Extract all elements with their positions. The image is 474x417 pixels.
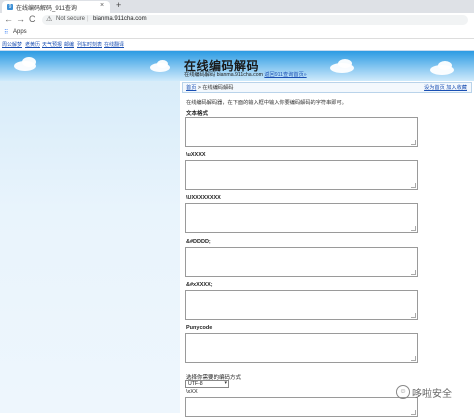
field-label-unicode-U: \UXXXXXXXX bbox=[186, 195, 221, 201]
apps-grid-icon[interactable]: ⠿ bbox=[4, 29, 8, 36]
bookmarks-bar: ⠿ Apps bbox=[0, 27, 474, 39]
nav-link[interactable]: 在线翻译 bbox=[104, 41, 124, 48]
unicode-U-input[interactable] bbox=[185, 203, 418, 233]
hex-bytes-input[interactable] bbox=[185, 397, 418, 417]
home-return-link[interactable]: 返回911查询首页» bbox=[264, 72, 306, 78]
left-gradient-pane bbox=[0, 81, 180, 413]
address-bar[interactable]: ⚠ Not secure | bianma.911cha.com bbox=[42, 15, 468, 25]
cloud-decoration bbox=[22, 57, 36, 67]
security-status[interactable]: Not secure bbox=[56, 16, 85, 22]
nav-link[interactable]: 周公解梦 bbox=[2, 41, 22, 48]
field-label-unicode-u: \uXXXX bbox=[186, 152, 206, 158]
hex-entity-input[interactable] bbox=[185, 290, 418, 320]
text-format-input[interactable] bbox=[185, 117, 418, 147]
new-tab-button[interactable]: + bbox=[116, 0, 121, 10]
breadcrumb-separator: > bbox=[197, 85, 201, 91]
nav-link[interactable]: 列车时刻表 bbox=[77, 41, 102, 48]
reload-icon[interactable]: C bbox=[29, 14, 36, 24]
cloud-decoration bbox=[338, 59, 352, 68]
tab-title: 在线编码解码_911查询 bbox=[16, 6, 77, 12]
page-subtitle: 在线编码解码 bianma.911cha.com 返回911查询首页» bbox=[184, 71, 307, 78]
chevron-down-icon: ▾ bbox=[224, 380, 227, 386]
watermark: ☺ 哆啦安全 bbox=[396, 384, 470, 400]
url-text[interactable]: bianma.911cha.com bbox=[93, 16, 147, 22]
field-label-punycode: Punycode bbox=[186, 325, 213, 331]
field-label-hex-bytes: \xXX bbox=[186, 389, 198, 395]
cloud-decoration bbox=[157, 60, 168, 68]
nav-link[interactable]: 邮编 bbox=[64, 41, 74, 48]
encoding-select[interactable]: UTF-8 ▾ bbox=[185, 380, 229, 388]
address-separator: | bbox=[87, 16, 89, 22]
nav-link[interactable]: 天气预报 bbox=[42, 41, 62, 48]
field-label-text-format: 文本格式 bbox=[186, 111, 209, 117]
browser-toolbar: ← → C ⚠ Not secure | bianma.911cha.com bbox=[0, 13, 474, 27]
back-arrow-icon[interactable]: ← bbox=[4, 14, 13, 24]
punycode-input[interactable] bbox=[185, 333, 418, 363]
breadcrumb: 首页 > 在线编码解码 设为首页 加入收藏 bbox=[182, 82, 472, 93]
site-top-nav: 周公解梦 老黄历 天气预报 邮编 列车时刻表 在线翻译 bbox=[0, 39, 474, 51]
field-label-decimal-entity: &#DDDD; bbox=[186, 239, 211, 245]
encoding-selected-value: UTF-8 bbox=[188, 381, 203, 387]
tab-close-icon[interactable]: × bbox=[100, 2, 104, 9]
breadcrumb-home-link[interactable]: 首页 bbox=[186, 85, 196, 91]
decimal-entity-input[interactable] bbox=[185, 247, 418, 277]
browser-tab[interactable]: 9 在线编码解码_911查询 × bbox=[2, 1, 110, 13]
apps-bookmark[interactable]: Apps bbox=[13, 29, 27, 35]
browser-tab-strip: 9 在线编码解码_911查询 × + bbox=[0, 0, 474, 13]
breadcrumb-trail: 首页 > 在线编码解码 bbox=[186, 84, 233, 91]
breadcrumb-current: 在线编码解码 bbox=[202, 85, 234, 91]
warning-icon[interactable]: ⚠ bbox=[46, 15, 52, 23]
subtitle-text: 在线编码解码 bianma.911cha.com bbox=[184, 72, 263, 78]
cloud-decoration bbox=[438, 61, 452, 70]
site-favicon-icon: 9 bbox=[7, 4, 13, 10]
nav-link[interactable]: 老黄历 bbox=[25, 41, 40, 48]
bookmark-links[interactable]: 设为首页 加入收藏 bbox=[424, 84, 467, 91]
unicode-u-input[interactable] bbox=[185, 160, 418, 190]
intro-text: 在线编码解码器，在下面的输入框中输入你要编码解码的字符串即可。 bbox=[186, 100, 347, 106]
watermark-text: 哆啦安全 bbox=[412, 389, 452, 400]
forward-arrow-icon[interactable]: → bbox=[16, 14, 25, 24]
field-label-hex-entity: &#xXXXX; bbox=[186, 282, 213, 288]
watermark-logo-icon: ☺ bbox=[396, 385, 410, 399]
